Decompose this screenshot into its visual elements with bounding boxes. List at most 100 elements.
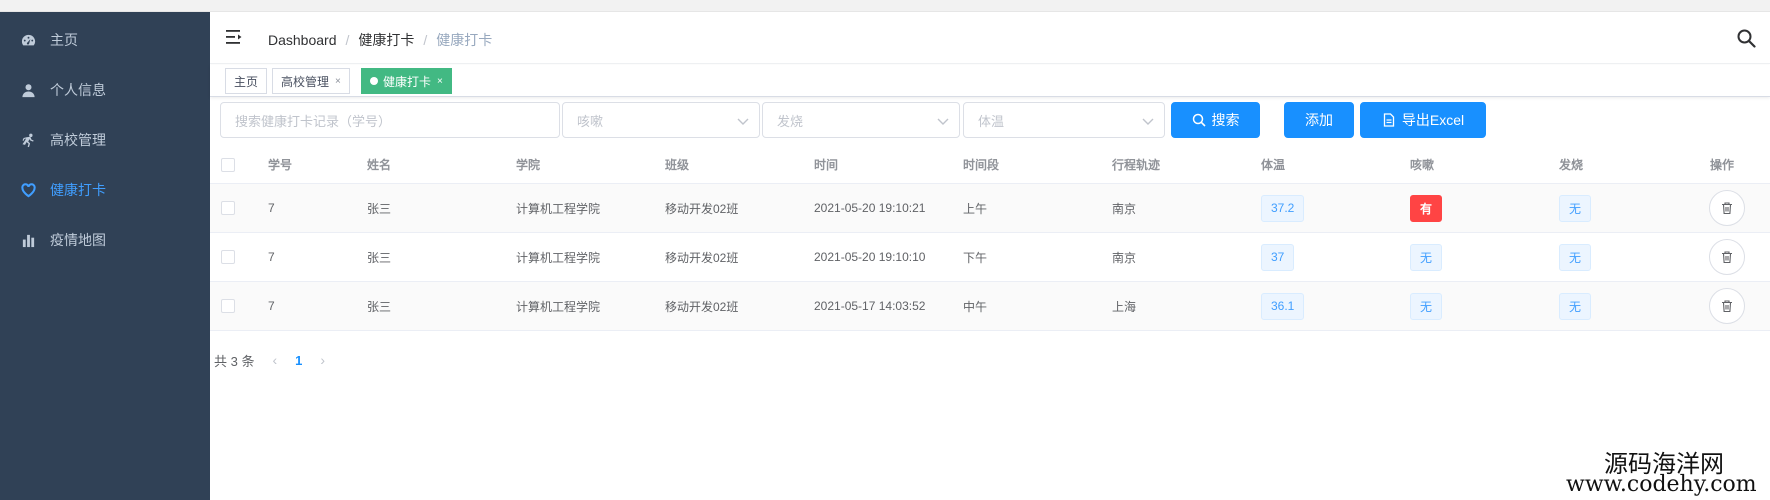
search-button-label: 搜索 xyxy=(1211,112,1240,128)
col-header-class[interactable]: 班级 xyxy=(665,146,689,183)
row-checkbox[interactable] xyxy=(221,250,235,264)
col-header-fever[interactable]: 发烧 xyxy=(1559,146,1583,183)
cell-fever: 无 xyxy=(1559,282,1592,330)
cell-student-id: 7 xyxy=(268,201,275,215)
user-icon xyxy=(20,82,36,98)
search-button[interactable]: 搜索 xyxy=(1171,102,1260,138)
tags-view: 主页 高校管理 × 健康打卡 × xyxy=(210,65,1770,97)
cell-actions xyxy=(1709,233,1745,281)
delete-button[interactable] xyxy=(1709,239,1745,275)
cell-trip: 南京 xyxy=(1112,201,1137,216)
breadcrumb-item-health[interactable]: 健康打卡 xyxy=(358,30,414,50)
cell-temperature: 36.1 xyxy=(1261,282,1305,330)
navbar: Dashboard / 健康打卡 / 健康打卡 xyxy=(210,12,1770,64)
cough-select[interactable]: 咳嗽 xyxy=(562,102,760,138)
cell-trip: 南京 xyxy=(1112,250,1137,265)
col-header-college[interactable]: 学院 xyxy=(516,146,540,183)
fever-badge: 无 xyxy=(1559,243,1592,271)
table-header: 学号 姓名 学院 班级 时间 时间段 行程轨迹 体温 咳嗽 发烧 操作 xyxy=(210,146,1770,184)
cell-cough: 无 xyxy=(1410,282,1443,330)
fever-select[interactable]: 发烧 xyxy=(762,102,960,138)
pagination-total: 共 3 条 xyxy=(214,353,255,369)
health-checkin-table: 学号 姓名 学院 班级 时间 时间段 行程轨迹 体温 咳嗽 发烧 操作 7 张三… xyxy=(210,146,1770,331)
cell-period: 中午 xyxy=(963,299,988,314)
temperature-select-placeholder: 体温 xyxy=(978,113,1005,129)
cell-period: 下午 xyxy=(963,250,988,265)
cough-badge: 无 xyxy=(1410,243,1443,271)
sidebar-item-health-checkin[interactable]: 健康打卡 xyxy=(0,162,210,218)
tag-label: 健康打卡 xyxy=(383,74,432,89)
cell-class: 移动开发02班 xyxy=(665,299,739,314)
col-header-actions: 操作 xyxy=(1710,158,1735,172)
search-input[interactable]: 搜索健康打卡记录（学号） xyxy=(220,102,560,138)
col-header-student-id[interactable]: 学号 xyxy=(268,146,292,183)
breadcrumb-separator: / xyxy=(423,32,428,48)
cell-name: 张三 xyxy=(367,299,392,314)
breadcrumb-item-dashboard[interactable]: Dashboard xyxy=(268,32,337,48)
sidebar-item-epidemic-map[interactable]: 疫情地图 xyxy=(0,212,210,268)
col-header-time[interactable]: 时间 xyxy=(814,146,838,183)
add-button-label: 添加 xyxy=(1305,112,1333,128)
row-checkbox-cell xyxy=(221,233,235,281)
col-header-period[interactable]: 时间段 xyxy=(963,146,999,183)
close-icon[interactable]: × xyxy=(335,76,341,87)
delete-button[interactable] xyxy=(1709,190,1745,226)
cell-student-id: 7 xyxy=(268,250,275,264)
cough-badge: 无 xyxy=(1410,292,1443,320)
cell-time: 2021-05-20 19:10:10 xyxy=(814,250,926,264)
temperature-select[interactable]: 体温 xyxy=(963,102,1165,138)
sidebar-item-home[interactable]: 主页 xyxy=(0,12,210,68)
cell-actions xyxy=(1709,282,1745,330)
close-icon[interactable]: × xyxy=(437,76,443,87)
select-all-checkbox[interactable] xyxy=(221,157,235,172)
temperature-badge: 36.1 xyxy=(1261,292,1305,320)
search-icon[interactable] xyxy=(1736,28,1756,48)
cell-cough: 有 xyxy=(1410,184,1443,232)
row-checkbox[interactable] xyxy=(221,201,235,215)
table-row: 7 张三 计算机工程学院 移动开发02班 2021-05-17 14:03:52… xyxy=(210,282,1770,331)
browser-chrome-strip xyxy=(0,0,1770,12)
breadcrumb: Dashboard / 健康打卡 / 健康打卡 xyxy=(268,30,492,50)
cell-name: 张三 xyxy=(367,250,392,265)
row-checkbox[interactable] xyxy=(221,299,235,313)
row-checkbox-cell xyxy=(221,184,235,232)
bar-chart-icon xyxy=(20,232,36,248)
export-excel-button[interactable]: 导出Excel xyxy=(1360,102,1486,138)
table-row: 7 张三 计算机工程学院 移动开发02班 2021-05-20 19:10:10… xyxy=(210,233,1770,282)
col-header-cough[interactable]: 咳嗽 xyxy=(1410,146,1434,183)
cell-college: 计算机工程学院 xyxy=(516,201,601,216)
cell-fever: 无 xyxy=(1559,233,1592,281)
tag-home[interactable]: 主页 xyxy=(225,68,268,94)
sidebar: 主页 个人信息 高校管理 健康打卡 疫情地图 xyxy=(0,12,210,500)
table-row: 7 张三 计算机工程学院 移动开发02班 2021-05-20 19:10:21… xyxy=(210,184,1770,233)
sidebar-item-label: 健康打卡 xyxy=(50,182,106,198)
tag-university[interactable]: 高校管理 × xyxy=(272,68,350,94)
breadcrumb-separator: / xyxy=(345,32,350,48)
pagination: 共 3 条 ‹ 1 › xyxy=(214,346,343,374)
pagination-next-button[interactable]: › xyxy=(320,352,325,368)
col-header-name[interactable]: 姓名 xyxy=(367,146,391,183)
sidebar-item-label: 疫情地图 xyxy=(50,232,106,248)
sidebar-item-university[interactable]: 高校管理 xyxy=(0,112,210,168)
col-header-temperature[interactable]: 体温 xyxy=(1261,146,1285,183)
cell-class: 移动开发02班 xyxy=(665,250,739,265)
sidebar-item-profile[interactable]: 个人信息 xyxy=(0,62,210,118)
hamburger-menu-icon[interactable] xyxy=(226,29,244,45)
trash-icon xyxy=(1722,202,1732,215)
col-header-trip[interactable]: 行程轨迹 xyxy=(1112,146,1160,183)
chevron-down-icon xyxy=(737,118,749,125)
tag-health-checkin[interactable]: 健康打卡 × xyxy=(361,68,452,94)
watermark-url: www.codehy.com xyxy=(1566,472,1757,497)
add-button[interactable]: 添加 xyxy=(1284,102,1354,138)
tag-label: 主页 xyxy=(234,74,259,89)
cell-trip: 上海 xyxy=(1112,299,1137,314)
delete-button[interactable] xyxy=(1709,288,1745,324)
cell-name: 张三 xyxy=(367,201,392,216)
cell-college: 计算机工程学院 xyxy=(516,250,601,265)
pagination-page-1[interactable]: 1 xyxy=(295,353,302,368)
cell-class: 移动开发02班 xyxy=(665,201,739,216)
cell-actions xyxy=(1709,184,1745,232)
trash-icon xyxy=(1722,251,1732,264)
pagination-prev-button[interactable]: ‹ xyxy=(272,352,277,368)
cell-time: 2021-05-20 19:10:21 xyxy=(814,201,926,215)
